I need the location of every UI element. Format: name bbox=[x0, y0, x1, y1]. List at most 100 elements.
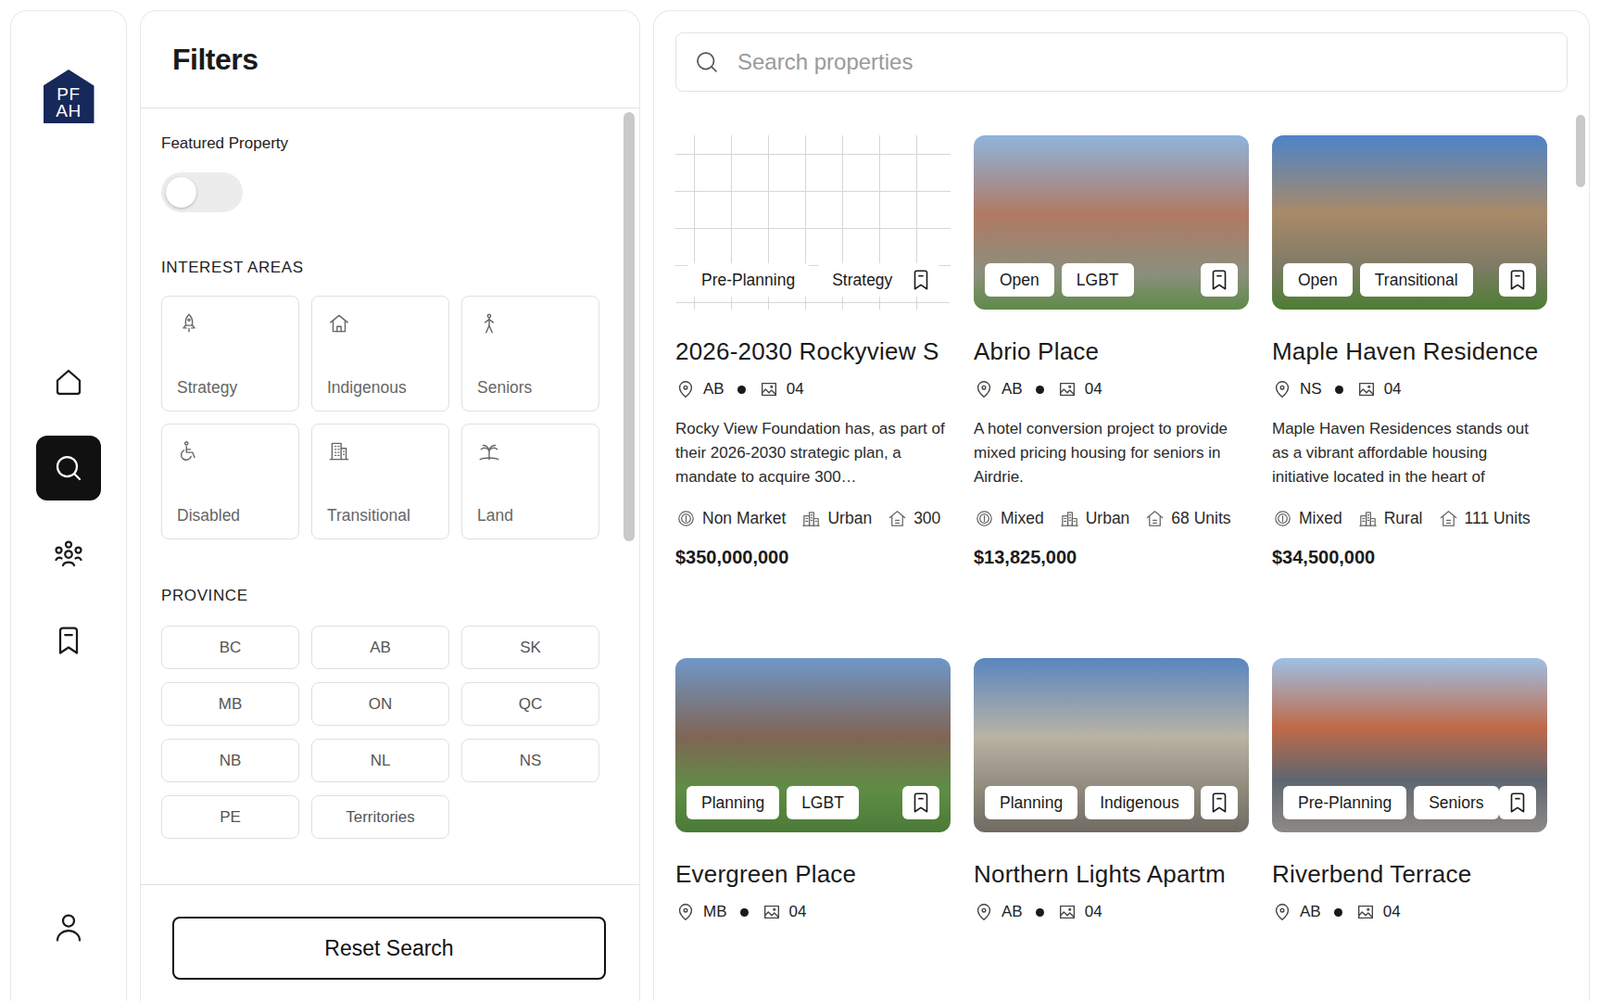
province-button[interactable]: SK bbox=[461, 625, 600, 669]
units-icon bbox=[1437, 507, 1460, 530]
province-text: MB bbox=[703, 900, 728, 923]
province-button[interactable]: NB bbox=[161, 738, 300, 782]
property-price: $350,000,000 bbox=[675, 544, 951, 569]
bookmark-button[interactable] bbox=[1200, 785, 1238, 819]
bookmark-icon bbox=[1505, 790, 1530, 815]
property-attributes: MixedUrban68 Units bbox=[973, 505, 1249, 530]
interest-tile[interactable]: Strategy bbox=[161, 295, 300, 412]
province-button[interactable]: AB bbox=[311, 625, 450, 669]
logo[interactable]: PFAH bbox=[43, 69, 95, 124]
nav-item[interactable] bbox=[36, 435, 101, 501]
property-attribute: 111 Units bbox=[1437, 505, 1531, 530]
featured-toggle[interactable] bbox=[161, 172, 243, 213]
interest-tile[interactable]: Seniors bbox=[461, 295, 600, 412]
image-count: 04 bbox=[1383, 900, 1401, 923]
market-icon bbox=[1272, 507, 1294, 530]
property-image: PlanningIndigenous bbox=[973, 657, 1249, 832]
property-price: $34,500,000 bbox=[1272, 544, 1548, 569]
tag-list: OpenTransitional bbox=[1283, 263, 1474, 297]
property-card[interactable]: OpenTransitionalMaple Haven ResidenceNS0… bbox=[1272, 135, 1548, 569]
bookmark-button[interactable] bbox=[1499, 785, 1537, 819]
property-card[interactable]: Pre-PlanningSeniorsRiverbend TerraceAB04 bbox=[1272, 657, 1548, 923]
separator-dot bbox=[1035, 907, 1045, 917]
gallery-icon bbox=[761, 901, 782, 922]
property-card[interactable]: OpenLGBTAbrio PlaceAB04A hotel conversio… bbox=[973, 135, 1249, 569]
interest-tile[interactable]: Indigenous bbox=[311, 295, 450, 412]
image-count: 04 bbox=[786, 377, 805, 401]
filters-panel: FiltersFeatured PropertyINTEREST AREASSt… bbox=[139, 10, 641, 1001]
property-description: Rocky View Foundation has, as part of th… bbox=[675, 416, 951, 490]
bookmark-icon bbox=[51, 623, 86, 657]
interest-tile[interactable]: Land bbox=[461, 423, 600, 540]
property-attribute: 300 bbox=[886, 505, 941, 530]
property-attributes: MixedRural111 Units bbox=[1272, 505, 1548, 530]
nav-item[interactable] bbox=[36, 521, 101, 587]
bookmark-button[interactable] bbox=[1200, 263, 1238, 297]
province-button[interactable]: NL bbox=[311, 738, 450, 782]
scrollbar[interactable] bbox=[623, 112, 635, 542]
property-title: Abrio Place bbox=[973, 336, 1249, 366]
reset-button[interactable]: Reset Search bbox=[172, 916, 606, 980]
building-icon bbox=[327, 439, 352, 464]
location-pin-icon bbox=[973, 901, 995, 922]
market-icon bbox=[675, 507, 697, 530]
gallery-icon bbox=[1355, 901, 1376, 922]
property-attribute: Urban bbox=[1058, 505, 1131, 530]
property-image: OpenTransitional bbox=[1272, 135, 1548, 310]
property-meta: NS04 bbox=[1272, 377, 1548, 401]
profile-button[interactable] bbox=[36, 894, 101, 960]
separator-dot bbox=[1035, 385, 1045, 394]
attribute-label: Non Market bbox=[702, 505, 786, 530]
property-card[interactable]: PlanningLGBTEvergreen PlaceMB04 bbox=[675, 657, 951, 923]
interest-areas: Strategy IndigenousSeniors DisabledTransit… bbox=[161, 295, 597, 540]
gallery-icon bbox=[1057, 901, 1078, 922]
tag-list: OpenLGBT bbox=[984, 263, 1134, 297]
province-button[interactable]: PE bbox=[161, 794, 300, 839]
search-icon bbox=[51, 451, 86, 485]
interest-tile[interactable]: Transitional bbox=[311, 423, 450, 540]
tile-label: Strategy bbox=[176, 377, 284, 398]
attribute-label: Rural bbox=[1384, 505, 1424, 530]
nav-item[interactable] bbox=[36, 607, 101, 673]
results-panel: Pre-PlanningStrategy2026-2030 Rockyview … bbox=[653, 10, 1590, 1001]
bookmark-button[interactable] bbox=[1499, 263, 1537, 297]
bookmark-button[interactable] bbox=[902, 785, 940, 819]
bookmark-button[interactable] bbox=[902, 263, 940, 297]
interest-tile[interactable]: Disabled bbox=[161, 423, 300, 540]
province-button[interactable]: NS bbox=[461, 738, 600, 782]
location-pin-icon bbox=[1272, 378, 1293, 400]
bookmark-icon bbox=[1505, 267, 1530, 292]
province-button[interactable]: MB bbox=[161, 681, 300, 726]
property-meta: MB04 bbox=[675, 900, 951, 923]
property-attribute: Urban bbox=[800, 505, 872, 530]
property-meta: AB04 bbox=[1272, 900, 1548, 923]
separator-dot bbox=[1335, 385, 1344, 394]
bookmark-icon bbox=[1207, 790, 1232, 815]
tag: Open bbox=[1283, 263, 1353, 297]
province-button[interactable]: BC bbox=[161, 625, 300, 669]
nav-rail: PFAH bbox=[10, 10, 127, 1001]
search-input[interactable] bbox=[735, 48, 1549, 76]
tag: Strategy bbox=[817, 263, 908, 297]
province-label: PROVINCE bbox=[161, 585, 597, 606]
filters-footer: Reset Search bbox=[140, 883, 640, 1001]
attribute-label: Mixed bbox=[1000, 505, 1045, 530]
separator-dot bbox=[740, 907, 749, 917]
logo-text: PF bbox=[56, 86, 80, 103]
property-card[interactable]: Pre-PlanningStrategy2026-2030 Rockyview … bbox=[675, 135, 951, 569]
gallery-icon bbox=[1057, 378, 1078, 400]
province-button[interactable]: Territories bbox=[311, 794, 450, 839]
toggle-knob bbox=[165, 176, 197, 208]
property-meta: AB04 bbox=[675, 377, 951, 401]
scrollbar[interactable] bbox=[1575, 114, 1586, 188]
interest-areas-label: INTEREST AREAS bbox=[161, 257, 597, 278]
province-button[interactable]: QC bbox=[461, 681, 600, 726]
property-card[interactable]: PlanningIndigenousNorthern Lights Apartm… bbox=[973, 657, 1249, 923]
province-text: NS bbox=[1299, 377, 1323, 401]
province-button[interactable]: ON bbox=[311, 681, 450, 726]
filters-header: Filters bbox=[140, 11, 640, 109]
filters-body: Featured PropertyINTEREST AREASStrategyI… bbox=[140, 108, 640, 884]
province-text: AB bbox=[1001, 377, 1023, 401]
nav-item[interactable] bbox=[36, 349, 101, 415]
location-pin-icon bbox=[973, 378, 995, 400]
